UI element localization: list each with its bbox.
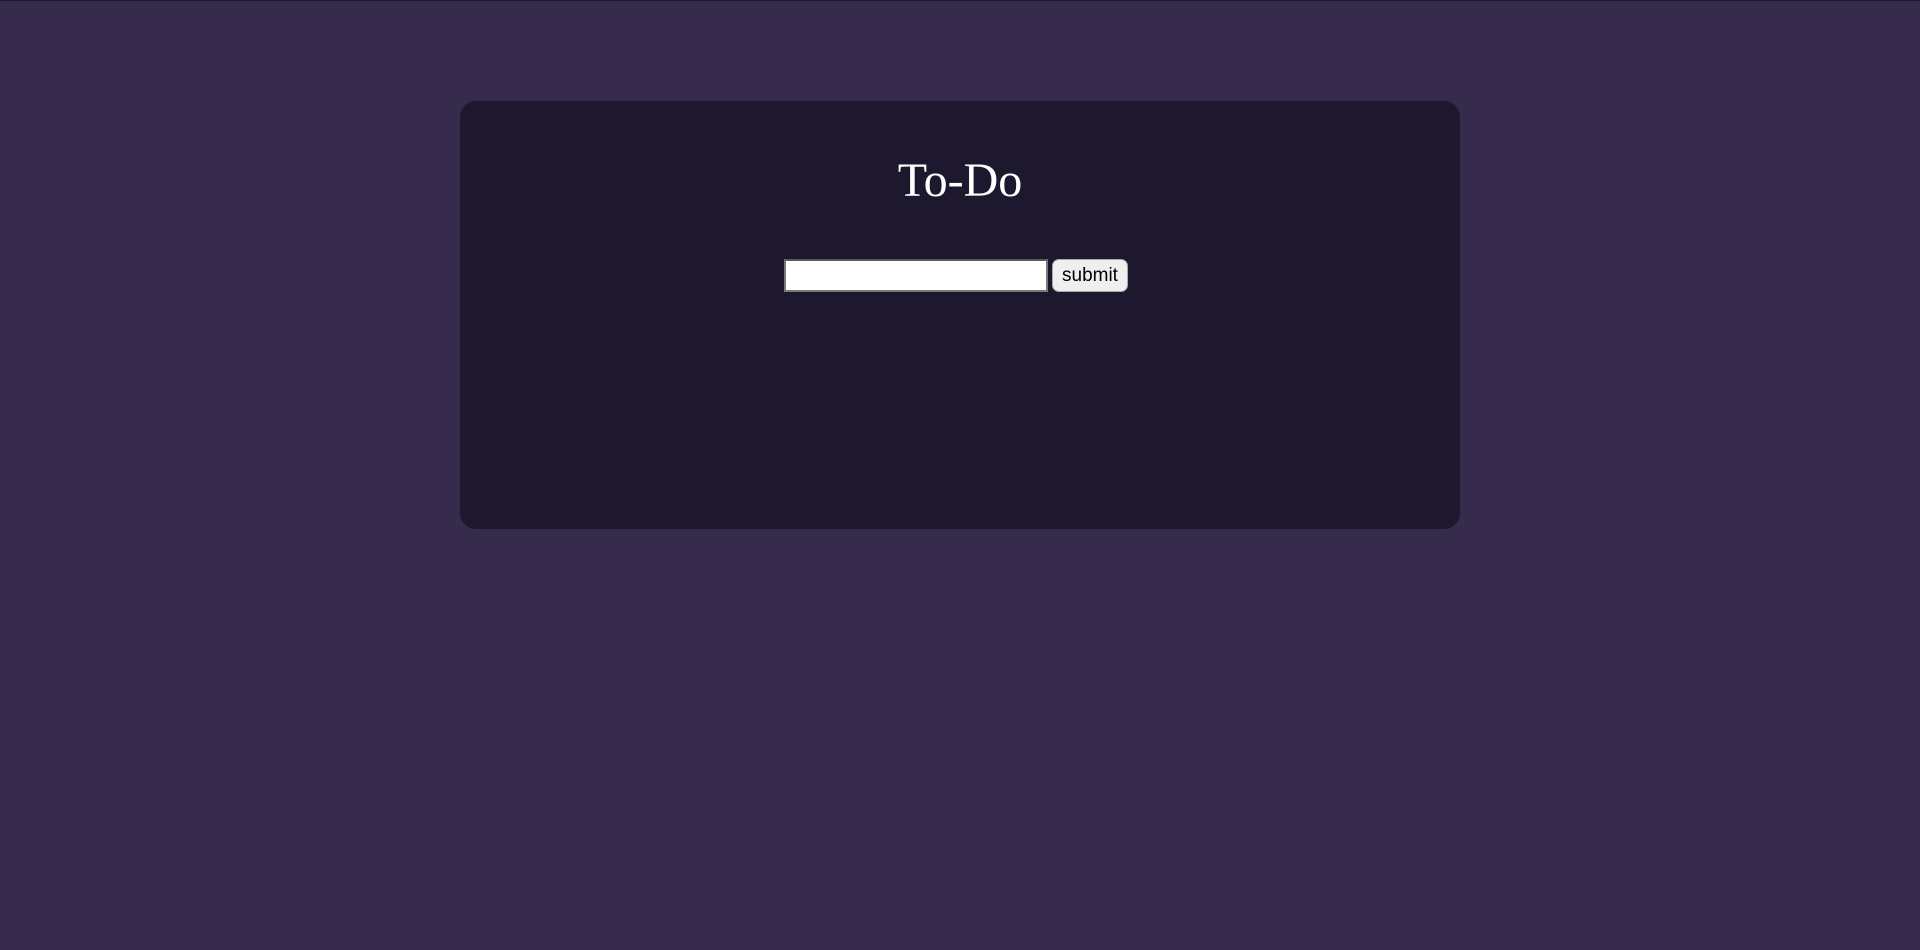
submit-button[interactable]: submit (1052, 259, 1128, 292)
page-title: To-Do (897, 154, 1023, 207)
todo-input[interactable] (784, 259, 1048, 292)
todo-form: submit (784, 259, 1128, 292)
top-border (0, 0, 1920, 1)
